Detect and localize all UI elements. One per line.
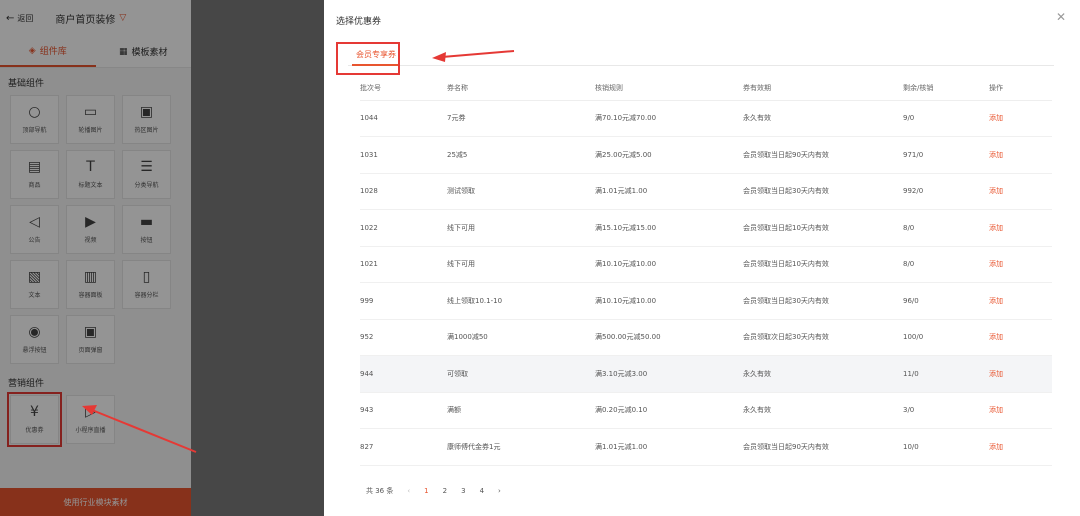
add-coupon-button[interactable]: 添加 [989,246,1052,283]
add-coupon-button[interactable]: 添加 [989,355,1052,393]
table-cell: 线下可用 [447,246,595,283]
table-cell: 8/0 [903,246,989,283]
table-cell: 952 [360,319,447,356]
table-cell: 会员领取当日起10天内有效 [743,209,903,247]
table-cell: 会员领取当日起90天内有效 [743,136,903,174]
table-cell: 永久有效 [743,355,903,393]
table-row: 999 线上领取10.1-10 满10.10元减10.00 会员领取当日起30天内有效… [360,282,1052,320]
table-cell: 944 [360,355,447,393]
add-coupon-button[interactable]: 添加 [989,428,1052,466]
table-cell: 8/0 [903,209,989,247]
total-count: 共 36 条 [366,487,394,495]
col-name: 券名称 [447,76,595,101]
table-cell: 1028 [360,173,447,210]
table-cell: 9/0 [903,100,989,137]
table-cell: 测试领取 [447,173,595,210]
page-2[interactable]: 2 [443,487,447,495]
table-row: 1031 25减5 满25.00元减5.00 会员领取当日起90天内有效 971/0 添加 [360,136,1052,174]
table-header: 批次号 券名称 核销规则 券有效期 剩余/核销 操作 [360,76,1052,101]
add-coupon-button[interactable]: 添加 [989,136,1052,174]
coupon-select-dialog: 选择优惠券 ✕ 会员专享券 批次号 券名称 核销规则 券有效期 剩余/核销 操作… [324,0,1080,516]
page-1[interactable]: 1 [424,487,428,495]
table-cell: 943 [360,392,447,429]
table-cell: 1044 [360,100,447,137]
table-cell: 100/0 [903,319,989,356]
table-cell: 3/0 [903,392,989,429]
table-cell: 992/0 [903,173,989,210]
add-coupon-button[interactable]: 添加 [989,100,1052,137]
table-cell: 1031 [360,136,447,174]
table-cell: 会员领取当日起30天内有效 [743,282,903,320]
table-cell: 会员领取当日起10天内有效 [743,246,903,283]
table-cell: 11/0 [903,355,989,393]
add-coupon-button[interactable]: 添加 [989,209,1052,247]
col-rule: 核销规则 [595,76,743,101]
table-row: 952 满1000减50 满500.00元减50.00 会员领取次日起30天内有效 10… [360,319,1052,356]
page-4[interactable]: 4 [480,487,484,495]
col-batch: 批次号 [360,76,447,101]
table-cell: 线上领取10.1-10 [447,282,595,320]
table-cell: 会员领取次日起30天内有效 [743,319,903,356]
table-cell: 满3.10元减3.00 [595,355,743,393]
table-cell: 满500.00元减50.00 [595,319,743,356]
col-remaining: 剩余/核销 [903,76,989,101]
table-cell: 10/0 [903,428,989,466]
table-cell: 7元券 [447,100,595,137]
pagination: 共 36 条 ‹ 1 2 3 4 › [366,486,501,496]
table-cell: 满0.20元减0.10 [595,392,743,429]
table-cell: 会员领取当日起90天内有效 [743,428,903,466]
col-action: 操作 [989,76,1052,101]
dialog-tabs: 会员专享券 [348,44,1054,66]
close-icon[interactable]: ✕ [1056,10,1066,24]
table-cell: 可领取 [447,355,595,393]
table-cell: 满25.00元减5.00 [595,136,743,174]
dialog-title: 选择优惠券 [336,17,382,27]
table-cell: 永久有效 [743,392,903,429]
add-coupon-button[interactable]: 添加 [989,282,1052,320]
table-cell: 满1.01元减1.00 [595,428,743,466]
table-cell: 满1000减50 [447,319,595,356]
table-cell: 满10.10元减10.00 [595,246,743,283]
table-cell: 线下可用 [447,209,595,247]
table-cell: 827 [360,428,447,466]
table-cell: 满1.01元减1.00 [595,173,743,210]
page-3[interactable]: 3 [461,487,465,495]
table-cell: 971/0 [903,136,989,174]
annotation-box [336,42,400,75]
add-coupon-button[interactable]: 添加 [989,319,1052,356]
table-cell: 满70.10元减70.00 [595,100,743,137]
table-cell: 康师傅代金券1元 [447,428,595,466]
table-cell: 1022 [360,209,447,247]
col-validity: 券有效期 [743,76,903,101]
table-row: 827 康师傅代金券1元 满1.01元减1.00 会员领取当日起90天内有效 10/0 添… [360,428,1052,466]
next-page-icon[interactable]: › [498,487,501,495]
prev-page-icon[interactable]: ‹ [407,487,410,495]
table-row: 944 可领取 满3.10元减3.00 永久有效 11/0 添加 [360,355,1052,393]
table-cell: 25减5 [447,136,595,174]
table-cell: 满15.10元减15.00 [595,209,743,247]
table-cell: 满10.10元减10.00 [595,282,743,320]
add-coupon-button[interactable]: 添加 [989,173,1052,210]
table-cell: 999 [360,282,447,320]
table-cell: 会员领取当日起30天内有效 [743,173,903,210]
table-row: 1028 测试领取 满1.01元减1.00 会员领取当日起30天内有效 992/0 添加 [360,173,1052,210]
table-cell: 96/0 [903,282,989,320]
table-cell: 永久有效 [743,100,903,137]
add-coupon-button[interactable]: 添加 [989,392,1052,429]
table-row: 1044 7元券 满70.10元减70.00 永久有效 9/0 添加 [360,100,1052,137]
coupon-table: 批次号 券名称 核销规则 券有效期 剩余/核销 操作 1044 7元券 满70.10… [360,76,1052,466]
table-row: 1021 线下可用 满10.10元减10.00 会员领取当日起10天内有效 8/0 添加 [360,246,1052,283]
table-row: 1022 线下可用 满15.10元减15.00 会员领取当日起10天内有效 8/0 添加 [360,209,1052,247]
table-row: 943 满额 满0.20元减0.10 永久有效 3/0 添加 [360,392,1052,429]
table-cell: 1021 [360,246,447,283]
table-cell: 满额 [447,392,595,429]
